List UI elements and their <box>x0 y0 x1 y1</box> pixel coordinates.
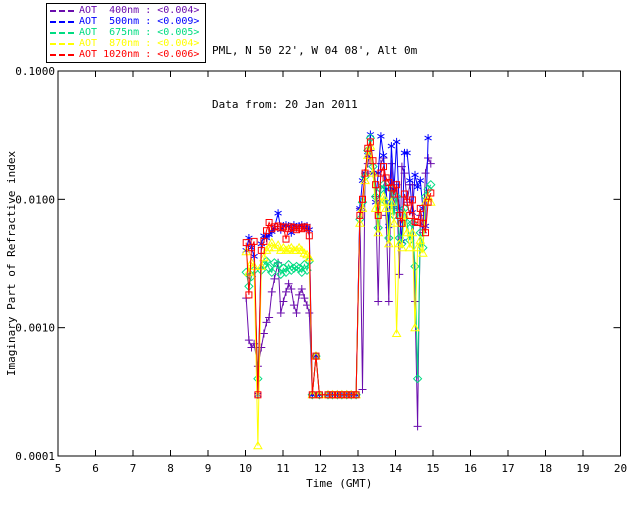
legend-dash-400nm <box>50 9 74 12</box>
legend-item-1020nm: AOT 1020nm : <0.006> <box>50 50 202 61</box>
marker-asterisk <box>274 209 282 218</box>
legend-label-500nm: AOT 500nm : <0.009> <box>79 15 200 27</box>
series-400nm <box>242 146 435 431</box>
marker-plus <box>289 301 298 310</box>
marker-plus <box>421 169 430 178</box>
marker-plus <box>244 336 253 345</box>
x-tick-label: 11 <box>276 462 289 475</box>
x-tick-label: 20 <box>614 462 627 475</box>
x-tick-label: 13 <box>351 462 364 475</box>
x-tick-label: 16 <box>464 462 477 475</box>
x-tick-label: 17 <box>501 462 514 475</box>
legend-item-500nm: AOT 500nm : <0.009> <box>50 16 202 27</box>
marker-plus <box>292 309 301 317</box>
legend-label-675nm: AOT 675nm : <0.005> <box>79 26 200 38</box>
x-tick-label: 10 <box>239 462 252 475</box>
legend-dash-870nm <box>50 43 74 46</box>
x-tick-label: 6 <box>92 462 99 475</box>
marker-asterisk <box>377 132 385 141</box>
marker-plus <box>267 287 276 296</box>
x-axis-title: Time (GMT) <box>306 477 372 490</box>
plot-header: PML, N 50 22', W 04 08', Alt 0m Data fro… <box>212 6 417 132</box>
y-tick-label: 0.0010 <box>15 322 55 335</box>
legend-label-1020nm: AOT 1020nm : <0.006> <box>79 49 200 61</box>
marker-asterisk <box>424 134 432 143</box>
y-tick-label: 0.0100 <box>15 193 55 206</box>
plot-page: { "header": { "line1": "PML, N 50 22', W… <box>0 0 640 512</box>
marker-plus <box>384 297 393 306</box>
x-tick-label: 5 <box>55 462 62 475</box>
legend-label-400nm: AOT 400nm : <0.004> <box>79 4 200 16</box>
legend-box: AOT 400nm : <0.004> AOT 500nm : <0.009> AO… <box>46 3 206 63</box>
x-tick-label: 8 <box>167 462 174 475</box>
marker-plus <box>305 309 314 317</box>
y-axis-title: Imaginary Part of Refractive index <box>5 151 18 377</box>
legend-item-675nm: AOT 675nm : <0.005> <box>50 27 202 38</box>
y-tick-label: 0.0001 <box>15 450 55 463</box>
legend-label-870nm: AOT 870nm : <0.004> <box>79 38 200 50</box>
x-tick-label: 9 <box>205 462 212 475</box>
y-tick-label: 0.1000 <box>15 65 55 78</box>
marker-plus <box>276 309 285 317</box>
marker-plus <box>411 297 419 306</box>
marker-plus <box>413 422 422 431</box>
x-tick-label: 7 <box>130 462 137 475</box>
legend-dash-1020nm <box>50 54 74 57</box>
legend-item-400nm: AOT 400nm : <0.004> <box>50 5 202 16</box>
marker-plus <box>259 329 268 338</box>
legend-dash-500nm <box>50 20 74 23</box>
x-tick-label: 12 <box>314 462 327 475</box>
x-tick-label: 14 <box>389 462 403 475</box>
marker-plus <box>395 270 404 279</box>
x-axis: 5 6 7 8 9 10 11 12 13 14 15 16 17 18 19 20 Time (GMT) <box>55 71 627 490</box>
legend-item-870nm: AOT 870nm : <0.004> <box>50 39 202 50</box>
marker-plus <box>374 297 383 306</box>
series-line-1020nm <box>245 139 432 396</box>
site-location-text: PML, N 50 22', W 04 08', Alt 0m <box>212 44 418 57</box>
data-date-text: Data from: 20 Jan 2011 <box>212 98 358 111</box>
series-675nm <box>241 133 436 400</box>
legend-dash-675nm <box>50 31 74 34</box>
x-tick-label: 18 <box>539 462 552 475</box>
x-tick-label: 15 <box>426 462 439 475</box>
marker-plus <box>358 385 367 394</box>
x-tick-label: 19 <box>576 462 589 475</box>
marker-asterisk <box>411 170 419 179</box>
